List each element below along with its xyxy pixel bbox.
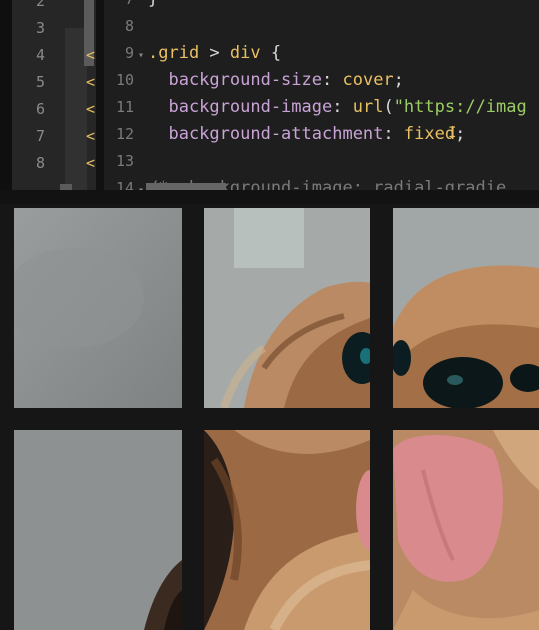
side-line-number: 4 bbox=[36, 46, 46, 64]
side-line-number: 3 bbox=[36, 19, 46, 37]
code-text: background-image: url("https://imag bbox=[148, 97, 527, 117]
tile-4-image bbox=[14, 430, 182, 630]
line-number: 10 bbox=[115, 71, 134, 89]
fold-arrow-icon[interactable]: ▾ bbox=[134, 42, 148, 69]
code-token: : bbox=[383, 124, 404, 144]
code-line[interactable]: 8 bbox=[104, 13, 148, 40]
code-token: background-size bbox=[148, 70, 322, 90]
side-line-number: 2 bbox=[36, 0, 46, 10]
line-number: 12 bbox=[115, 125, 134, 143]
preview-pane bbox=[0, 204, 539, 630]
grid-tile-4 bbox=[14, 430, 182, 630]
code-token: ; bbox=[455, 124, 466, 144]
side-code-glyph: < bbox=[86, 154, 96, 172]
side-code-glyph: < bbox=[86, 100, 96, 118]
code-text: background-attachment: fixed; bbox=[148, 124, 465, 144]
secondary-editor-pane[interactable]: 2 3 4 <5 <6 <7 <8 < bbox=[12, 0, 96, 190]
code-line[interactable]: 10 background-size: cover; bbox=[104, 67, 404, 94]
code-token: ; bbox=[393, 70, 404, 90]
code-token: .grid bbox=[148, 43, 200, 63]
code-line[interactable]: 7} bbox=[104, 0, 158, 13]
side-line-number: 6 bbox=[36, 100, 46, 118]
code-token: background-image bbox=[148, 97, 333, 117]
grid-tile-3 bbox=[393, 208, 539, 408]
code-token: "https://imag bbox=[393, 97, 527, 117]
code-token: : bbox=[332, 97, 353, 117]
code-token: ( bbox=[383, 97, 394, 117]
side-code-glyph: < bbox=[86, 127, 96, 145]
code-token: background-attachment bbox=[148, 124, 384, 144]
tile-3-image bbox=[393, 208, 539, 408]
side-code-glyph: < bbox=[86, 46, 96, 64]
grid-tile-1 bbox=[14, 208, 182, 408]
line-number: 7 bbox=[104, 0, 134, 13]
code-line[interactable]: 9 ▾ .grid > div { bbox=[104, 40, 281, 67]
code-text: .grid > div { bbox=[148, 43, 281, 63]
side-line-number: 7 bbox=[36, 127, 46, 145]
line-number: 9 bbox=[124, 44, 134, 62]
side-line-number: 5 bbox=[36, 73, 46, 91]
pane-splitter[interactable] bbox=[96, 0, 104, 190]
main-editor-pane[interactable]: 7}89▾.grid > div {10 background-size: co… bbox=[104, 0, 539, 190]
grid-tile-5 bbox=[204, 430, 370, 630]
tile-2-image bbox=[204, 208, 370, 408]
code-token: cover bbox=[342, 70, 394, 90]
code-line[interactable]: 11 background-image: url("https://imag bbox=[104, 94, 527, 121]
code-token: url bbox=[352, 97, 384, 117]
line-number: 11 bbox=[115, 98, 134, 116]
code-token: { bbox=[260, 43, 282, 63]
code-token: : bbox=[322, 70, 343, 90]
editor-edge-strip bbox=[0, 0, 12, 190]
horizontal-scrollbar-thumb[interactable] bbox=[146, 183, 226, 190]
code-text: } bbox=[148, 0, 158, 9]
tile-6-image bbox=[393, 430, 539, 630]
side-code-glyph: < bbox=[86, 73, 96, 91]
grid-tile-6 bbox=[393, 430, 539, 630]
text-cursor-icon: I bbox=[448, 125, 457, 141]
code-text: background-size: cover; bbox=[148, 70, 404, 90]
side-line-number: 8 bbox=[36, 154, 46, 172]
code-token: > bbox=[199, 43, 230, 63]
tile-1-image bbox=[14, 208, 182, 408]
code-editor: 234<5<6<7<8< 7}89▾.grid > div {10 backgr… bbox=[0, 0, 539, 190]
code-token: div bbox=[229, 43, 261, 63]
line-number: 13 bbox=[115, 152, 134, 170]
code-token: } bbox=[148, 0, 158, 9]
line-number: 14 bbox=[115, 179, 134, 190]
tile-5-image bbox=[204, 430, 370, 630]
grid-tile-2 bbox=[204, 208, 370, 408]
code-line[interactable]: 12 background-attachment: fixed; bbox=[104, 121, 465, 148]
code-line[interactable]: 13 bbox=[104, 148, 148, 175]
preview-divider[interactable] bbox=[0, 190, 539, 204]
line-number: 8 bbox=[124, 17, 134, 35]
